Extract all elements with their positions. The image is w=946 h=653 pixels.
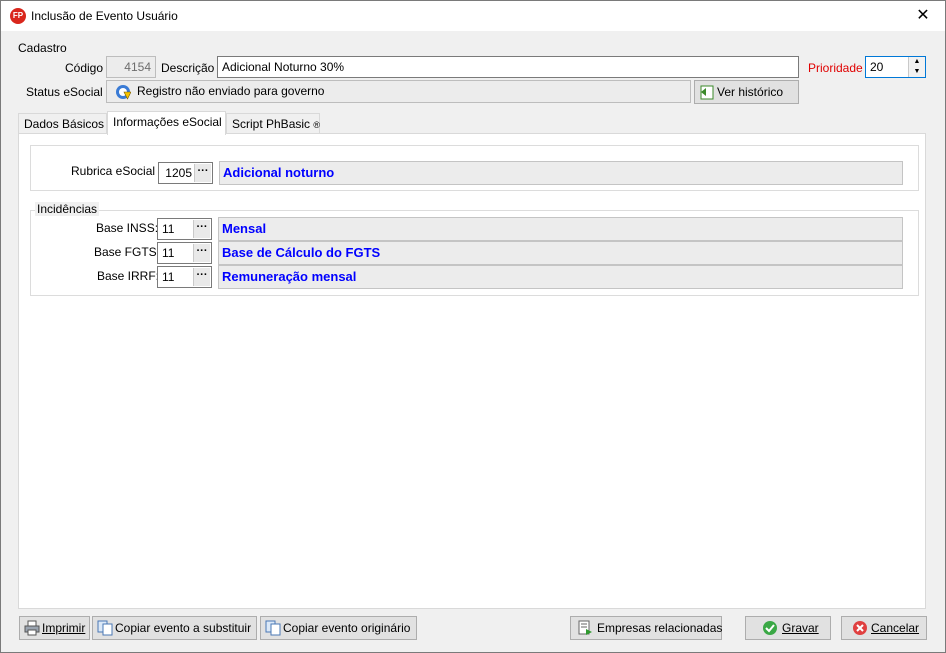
copy-icon: [97, 620, 113, 636]
warning-status-icon: [116, 85, 131, 100]
spin-up-icon[interactable]: ▲: [909, 57, 925, 67]
status-esocial-label: Status eSocial: [26, 85, 103, 99]
tab-script-phbasic[interactable]: Script PhBasic ®: [226, 113, 320, 135]
tab-script-phbasic-label: Script PhBasic: [232, 117, 311, 131]
rubrica-lookup-button[interactable]: ···: [194, 164, 211, 182]
status-esocial-value: Registro não enviado para governo: [137, 84, 325, 98]
cadastro-group-title: Cadastro: [18, 41, 67, 55]
tab-informacoes-esocial-label: Informações eSocial: [113, 115, 222, 129]
tab-informacoes-esocial[interactable]: Informações eSocial: [107, 111, 226, 135]
copiar-evento-originario-button[interactable]: Copiar evento originário: [260, 616, 417, 640]
empresas-relacionadas-label: Empresas relacionadas: [597, 621, 723, 635]
prioridade-spinner[interactable]: 20 ▲ ▼: [865, 56, 926, 78]
base-irrf-description: Remuneração mensal: [218, 265, 903, 289]
spinner-buttons[interactable]: ▲ ▼: [908, 57, 925, 77]
descricao-input[interactable]: Adicional Noturno 30%: [217, 56, 799, 78]
cancel-circle-icon: [853, 621, 867, 635]
ver-historico-button[interactable]: Ver histórico: [694, 80, 799, 104]
base-inss-description: Mensal: [218, 217, 903, 241]
rubrica-code-field[interactable]: 1205 ···: [158, 162, 213, 184]
base-irrf-lookup-button[interactable]: ···: [193, 268, 210, 286]
imprimir-label: Imprimir: [42, 621, 86, 635]
base-fgts-code-value: 11: [162, 246, 175, 260]
codigo-label: Código: [65, 61, 104, 75]
copiar-evento-substituir-button[interactable]: Copiar evento a substituir: [92, 616, 257, 640]
app-logo-icon: FP: [10, 8, 26, 24]
base-inss-lookup-button[interactable]: ···: [193, 220, 210, 238]
cancelar-button[interactable]: Cancelar: [841, 616, 927, 640]
base-fgts-description: Base de Cálculo do FGTS: [218, 241, 903, 265]
tab-panel-esocial: Rubrica eSocial 1205 ··· Adicional notur…: [18, 133, 926, 609]
empresas-relacionadas-button[interactable]: Empresas relacionadas: [570, 616, 722, 640]
base-inss-code-field[interactable]: 11 ···: [157, 218, 212, 240]
codigo-field[interactable]: 4154: [106, 56, 156, 78]
tab-dados-basicos-label: Dados Básicos: [24, 117, 105, 131]
imprimir-button[interactable]: Imprimir: [19, 616, 90, 640]
base-fgts-code-field[interactable]: 11 ···: [157, 242, 212, 264]
ver-historico-label: Ver histórico: [717, 85, 784, 99]
rubrica-label: Rubrica eSocial: [71, 164, 156, 178]
close-button[interactable]: ✕: [901, 1, 945, 31]
companies-icon: [578, 620, 592, 635]
copy-icon: [265, 620, 281, 636]
base-irrf-label: Base IRRF:: [97, 269, 160, 283]
tab-dados-basicos[interactable]: Dados Básicos: [18, 113, 107, 135]
registered-icon: ®: [313, 120, 321, 130]
cancelar-label: Cancelar: [871, 621, 920, 635]
status-esocial-field: Registro não enviado para governo: [106, 80, 691, 103]
base-irrf-code-field[interactable]: 11 ···: [157, 266, 212, 288]
spin-down-icon[interactable]: ▼: [909, 67, 925, 77]
base-fgts-lookup-button[interactable]: ···: [193, 244, 210, 262]
base-irrf-code-value: 11: [162, 270, 175, 284]
check-circle-icon: [763, 621, 777, 635]
base-inss-label: Base INSS:: [96, 221, 159, 235]
window-title: Inclusão de Evento Usuário: [31, 9, 178, 23]
gravar-button[interactable]: Gravar: [745, 616, 831, 640]
prioridade-value: 20: [870, 60, 884, 74]
gravar-label: Gravar: [782, 621, 819, 635]
history-icon: [700, 85, 714, 100]
rubrica-description: Adicional noturno: [219, 161, 903, 185]
base-inss-code-value: 11: [162, 222, 175, 236]
copiar-evento-substituir-label: Copiar evento a substituir: [115, 621, 252, 635]
dialog-window: FP Inclusão de Evento Usuário ✕ Cadastro…: [0, 0, 946, 653]
copiar-evento-originario-label: Copiar evento originário: [283, 621, 411, 635]
rubrica-code-value: 1205: [165, 166, 192, 180]
incidencias-title: Incidências: [35, 202, 100, 216]
base-fgts-label: Base FGTS:: [94, 245, 161, 259]
prioridade-label: Prioridade: [808, 61, 863, 75]
descricao-label: Descrição: [161, 61, 215, 75]
title-bar: FP Inclusão de Evento Usuário ✕: [1, 1, 945, 31]
printer-icon: [24, 620, 40, 636]
